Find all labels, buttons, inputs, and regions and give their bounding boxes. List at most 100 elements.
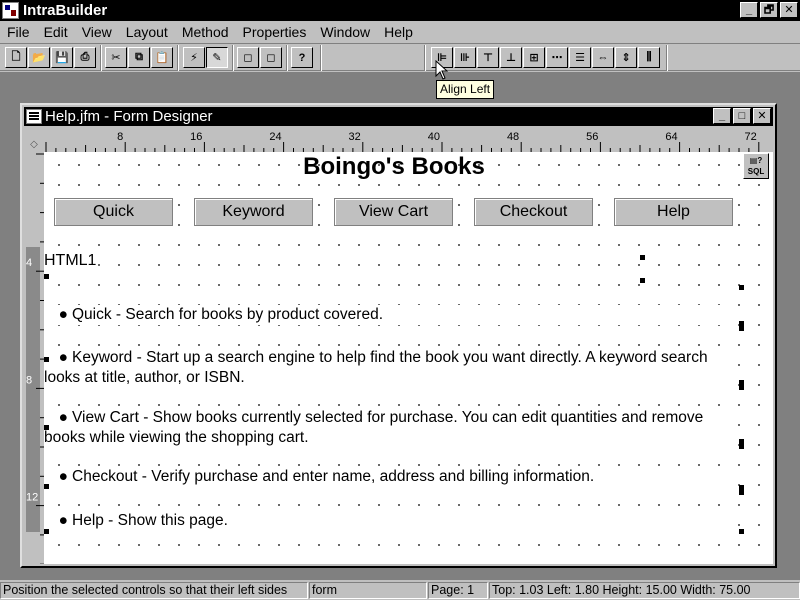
checkout-button[interactable]: Checkout xyxy=(474,198,593,226)
status-object: form xyxy=(309,582,427,599)
vertical-ruler-scale: 4 8 12 xyxy=(26,153,44,564)
app-close-button[interactable]: ✕ xyxy=(780,2,798,18)
help-icon[interactable]: ? xyxy=(291,47,313,68)
selection-handle[interactable] xyxy=(44,425,49,430)
menu-properties[interactable]: Properties xyxy=(236,24,314,40)
selection-handle[interactable] xyxy=(739,385,744,390)
cut-icon[interactable]: ✂ xyxy=(105,47,127,68)
sql-query-glyph: ▤? xyxy=(749,156,763,165)
selection-handle[interactable] xyxy=(739,490,744,495)
mouse-pointer-icon xyxy=(435,60,448,80)
menu-help[interactable]: Help xyxy=(377,24,420,40)
selection-handle[interactable] xyxy=(739,444,744,449)
form-designer-window: Help.jfm - Form Designer _ □ ✕ ◇ 8 16 24 32… xyxy=(20,103,777,568)
html1-control[interactable]: HTML1 xyxy=(44,252,97,270)
help-button[interactable]: Help xyxy=(614,198,733,226)
selection-handle[interactable] xyxy=(739,326,744,331)
status-page: Page: 1 xyxy=(428,582,488,599)
page-back-icon[interactable]: ◻ xyxy=(237,47,259,68)
vertical-ruler: 4 8 12 xyxy=(24,152,44,564)
help-item-view-cart[interactable]: ● View Cart - Show books currently select… xyxy=(44,408,734,448)
menubar: File Edit View Layout Method Properties … xyxy=(0,21,800,42)
statusbar: Position the selected controls so that t… xyxy=(0,580,800,600)
menu-view[interactable]: View xyxy=(75,24,119,40)
toolbar-separator xyxy=(177,45,179,71)
designer-maximize-button[interactable]: □ xyxy=(733,108,751,124)
space-horizontal-icon[interactable]: ⋯ xyxy=(546,47,568,68)
sql-query-label: SQL xyxy=(747,167,765,176)
app-titlebar: IntraBuilder _ 🗗 ✕ xyxy=(0,0,800,21)
design-icon[interactable]: ✎ xyxy=(206,47,228,68)
ruler-label: 56 xyxy=(586,131,598,143)
selection-handle[interactable] xyxy=(44,357,49,362)
ruler-label: 8 xyxy=(26,374,32,386)
print-icon[interactable]: ⎙ xyxy=(74,47,96,68)
open-folder-icon[interactable]: 📂 xyxy=(28,47,50,68)
ruler-label: 4 xyxy=(26,257,32,269)
menu-method[interactable]: Method xyxy=(175,24,236,40)
app-caption-buttons: _ 🗗 ✕ xyxy=(738,2,798,18)
help-item-text: Quick - Search for books by product cove… xyxy=(72,306,384,323)
designer-minimize-button[interactable]: _ xyxy=(713,108,731,124)
form-designer-titlebar[interactable]: Help.jfm - Form Designer _ □ ✕ xyxy=(24,107,773,126)
quick-button[interactable]: Quick xyxy=(54,198,173,226)
distribute-icon[interactable]: ⫼ xyxy=(638,47,660,68)
horizontal-ruler: ◇ 8 16 24 32 40 48 56 64 72 xyxy=(24,127,773,152)
keyword-button[interactable]: Keyword xyxy=(194,198,313,226)
help-item-text: Help - Show this page. xyxy=(72,512,228,529)
form-design-canvas[interactable]: Boingo's Books ▤? SQL Quick Keyword View… xyxy=(44,152,773,564)
align-hcenter-icon[interactable]: ☰ xyxy=(569,47,591,68)
menu-file[interactable]: File xyxy=(0,24,37,40)
form-designer-title: Help.jfm - Form Designer xyxy=(45,108,213,125)
sql-query-icon[interactable]: ▤? SQL xyxy=(743,153,769,179)
copy-icon[interactable]: ⧉ xyxy=(128,47,150,68)
status-message: Position the selected controls so that t… xyxy=(0,582,308,599)
new-file-icon[interactable]: 🗋 xyxy=(5,47,27,68)
ruler-label: 48 xyxy=(507,131,519,143)
app-title: IntraBuilder xyxy=(23,2,108,19)
toolbar: 🗋 📂 💾 ⎙ ✂ ⧉ 📋 ⚡ ✎ ◻ ◻ ? ⊫ ⊪ ⊤ ⊥ ⊞ ⋯ ☰ ⇔ … xyxy=(0,43,800,71)
toolbar-separator xyxy=(232,45,234,71)
ruler-label: 8 xyxy=(117,131,123,143)
bullet-icon: ● xyxy=(58,306,68,323)
align-left-tooltip: Align Left xyxy=(436,80,495,99)
app-minimize-button[interactable]: _ xyxy=(740,2,758,18)
app-restore-button[interactable]: 🗗 xyxy=(760,2,778,18)
toolbar-separator xyxy=(286,45,288,71)
run-icon[interactable]: ⚡ xyxy=(183,47,205,68)
toolbar-separator xyxy=(100,45,102,71)
help-item-checkout[interactable]: ● Checkout - Verify purchase and enter na… xyxy=(44,467,734,487)
align-bottom-icon[interactable]: ⊥ xyxy=(500,47,522,68)
help-item-help[interactable]: ● Help - Show this page. xyxy=(44,511,734,531)
selection-handle[interactable] xyxy=(739,285,744,290)
form-document-icon[interactable] xyxy=(26,109,42,124)
selection-handle[interactable] xyxy=(44,484,49,489)
help-item-text: View Cart - Show books currently selecte… xyxy=(44,409,704,446)
selection-handle[interactable] xyxy=(739,529,744,534)
ruler-label: 24 xyxy=(269,131,281,143)
menu-window[interactable]: Window xyxy=(313,24,377,40)
selection-handle[interactable] xyxy=(44,529,49,534)
menu-layout[interactable]: Layout xyxy=(119,24,175,40)
align-right-icon[interactable]: ⊪ xyxy=(454,47,476,68)
selection-handle[interactable] xyxy=(640,255,645,260)
menu-edit[interactable]: Edit xyxy=(37,24,75,40)
align-vcenter-icon[interactable]: ⊞ xyxy=(523,47,545,68)
designer-close-button[interactable]: ✕ xyxy=(753,108,771,124)
ruler-label: 32 xyxy=(349,131,361,143)
toolbar-separator xyxy=(424,45,426,71)
view-cart-button[interactable]: View Cart xyxy=(334,198,453,226)
selection-handle[interactable] xyxy=(44,274,49,279)
help-item-keyword[interactable]: ● Keyword - Start up a search engine to h… xyxy=(44,348,734,388)
form-heading[interactable]: Boingo's Books xyxy=(44,152,744,182)
selection-handle[interactable] xyxy=(640,278,645,283)
align-top-icon[interactable]: ⊤ xyxy=(477,47,499,68)
same-width-icon[interactable]: ⇔ xyxy=(592,47,614,68)
same-height-icon[interactable]: ⇕ xyxy=(615,47,637,68)
save-icon[interactable]: 💾 xyxy=(51,47,73,68)
app-logo-icon[interactable] xyxy=(2,2,19,19)
help-item-quick[interactable]: ● Quick - Search for books by product cov… xyxy=(44,305,734,325)
toolbar-separator xyxy=(320,45,322,71)
paste-icon[interactable]: 📋 xyxy=(151,47,173,68)
page-forward-icon[interactable]: ◻ xyxy=(260,47,282,68)
